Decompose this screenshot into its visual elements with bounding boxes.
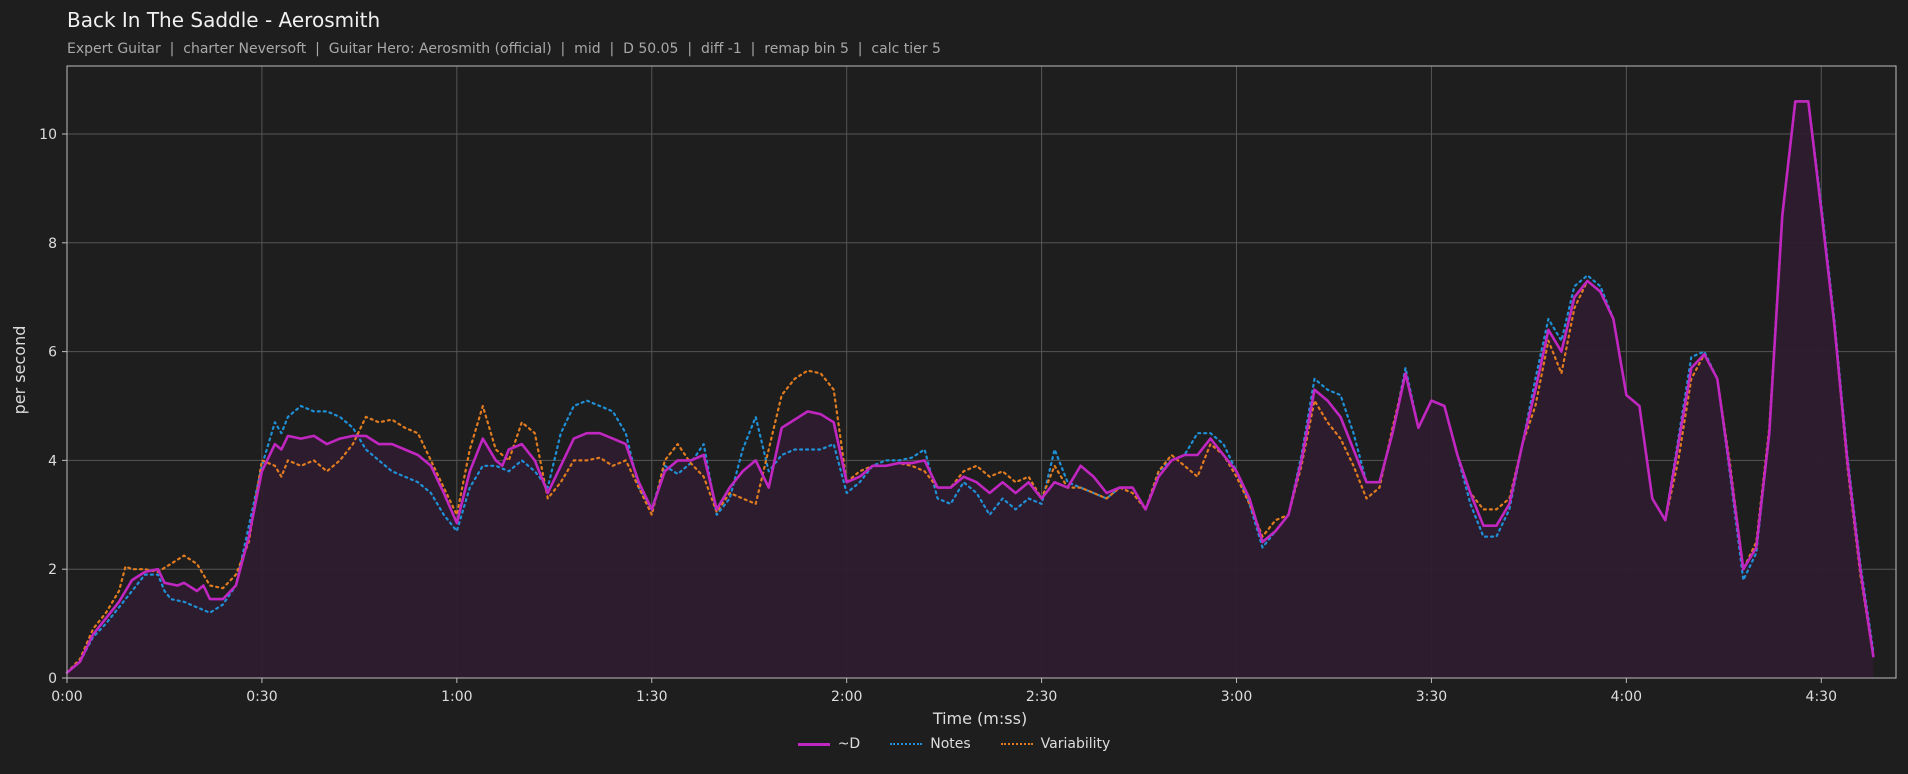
legend-swatch-d — [797, 742, 830, 746]
y-tick-label: 2 — [48, 562, 57, 578]
x-tick-label: 0:30 — [246, 689, 277, 705]
y-tick-label: 0 — [48, 671, 57, 687]
legend-swatch-variability — [1000, 743, 1033, 745]
legend-item-notes: Notes — [890, 736, 971, 752]
x-tick-label: 1:00 — [441, 689, 472, 705]
y-tick-label: 6 — [48, 345, 57, 361]
x-tick-label: 0:00 — [51, 689, 82, 705]
x-tick-label: 2:30 — [1026, 689, 1057, 705]
legend-swatch-notes — [890, 743, 923, 745]
chart-svg: 0:00 0:30 1:00 1:30 2:00 2:30 3:00 3:30 4:00 4:30… — [10, 65, 1897, 728]
legend: ~D Notes Variability — [0, 736, 1908, 752]
x-tick-label: 1:30 — [636, 689, 667, 705]
legend-item-d: ~D — [797, 736, 861, 752]
legend-label-variability: Variability — [1040, 736, 1111, 752]
x-tick-label: 3:30 — [1416, 689, 1447, 705]
x-tick-label: 3:00 — [1221, 689, 1252, 705]
y-tick-label: 4 — [48, 453, 57, 469]
y-tick-label: 8 — [48, 236, 57, 252]
x-axis-label: Time (m:ss) — [932, 709, 1027, 728]
legend-label-notes: Notes — [930, 736, 971, 752]
x-tick-label: 4:30 — [1806, 689, 1837, 705]
legend-item-variability: Variability — [1000, 736, 1111, 752]
x-tick-label: 2:00 — [831, 689, 862, 705]
d-area-fill — [67, 101, 1874, 678]
legend-label-d: ~D — [837, 736, 861, 752]
y-axis-label: per second — [10, 326, 29, 415]
x-tick-label: 4:00 — [1611, 689, 1642, 705]
y-tick-label: 10 — [39, 127, 57, 143]
